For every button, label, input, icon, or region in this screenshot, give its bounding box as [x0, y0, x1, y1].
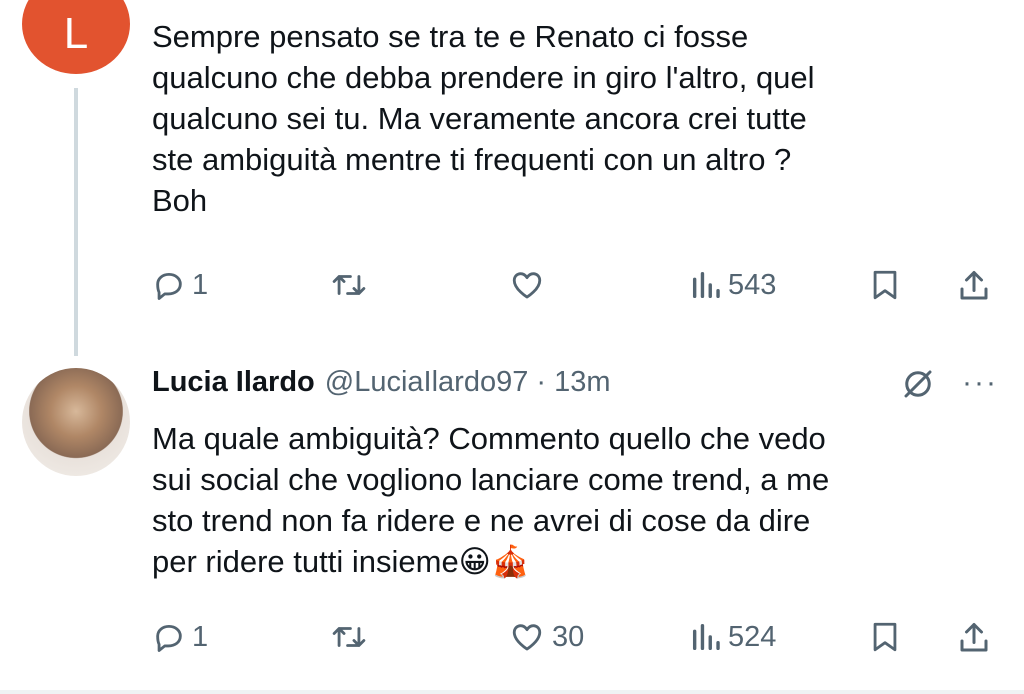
author-handle-time[interactable]: @LuciaIlardo97 · 13m: [325, 366, 611, 399]
repost-button[interactable]: [330, 268, 368, 302]
views-button[interactable]: 543: [690, 268, 776, 302]
avatar[interactable]: L: [22, 0, 130, 74]
tweet-text: Sempre pensato se tra te e Renato ci fos…: [152, 19, 815, 218]
reply-icon: [156, 272, 182, 300]
views-button[interactable]: 524: [690, 620, 776, 654]
share-button[interactable]: [956, 268, 992, 304]
avatar-letter: L: [63, 9, 89, 58]
repost-button[interactable]: [330, 620, 368, 654]
tweet-actions: 1 30 524: [152, 620, 1000, 660]
more-icon: ···: [962, 366, 998, 399]
more-button[interactable]: ···: [962, 366, 998, 400]
grok-icon: [904, 370, 932, 398]
reply-button[interactable]: 1: [152, 268, 208, 302]
views-icon: [692, 271, 720, 299]
views-icon: [692, 623, 720, 651]
reply-icon: [156, 624, 182, 652]
avatar[interactable]: [22, 368, 130, 476]
divider: [0, 690, 1024, 694]
like-button[interactable]: 30: [508, 620, 584, 654]
repost-icon: [332, 627, 366, 647]
author-name[interactable]: Lucia Ilardo: [152, 366, 315, 399]
reply-count: 1: [192, 268, 209, 301]
bookmark-icon: [873, 622, 897, 652]
bookmark-button[interactable]: [868, 620, 902, 654]
like-count: 30: [552, 620, 585, 653]
bookmark-icon: [873, 270, 897, 300]
reply-button[interactable]: 1: [152, 620, 208, 654]
like-button[interactable]: [508, 268, 546, 302]
like-icon: [512, 272, 542, 299]
tweet-text: Ma quale ambiguità? Commento quello che …: [152, 421, 830, 579]
thread-line: [74, 88, 78, 356]
views-count: 524: [728, 620, 777, 653]
share-icon: [960, 271, 988, 300]
grok-button[interactable]: [900, 366, 936, 407]
share-button[interactable]: [956, 620, 992, 656]
reply-count: 1: [192, 620, 209, 653]
views-count: 543: [728, 268, 777, 301]
share-icon: [960, 623, 988, 652]
tweet-header: Lucia Ilardo @LuciaIlardo97 · 13m: [152, 366, 611, 399]
repost-icon: [332, 275, 366, 295]
tweet-actions: 1 543: [152, 268, 1000, 308]
like-icon: [512, 624, 542, 651]
bookmark-button[interactable]: [868, 268, 902, 302]
